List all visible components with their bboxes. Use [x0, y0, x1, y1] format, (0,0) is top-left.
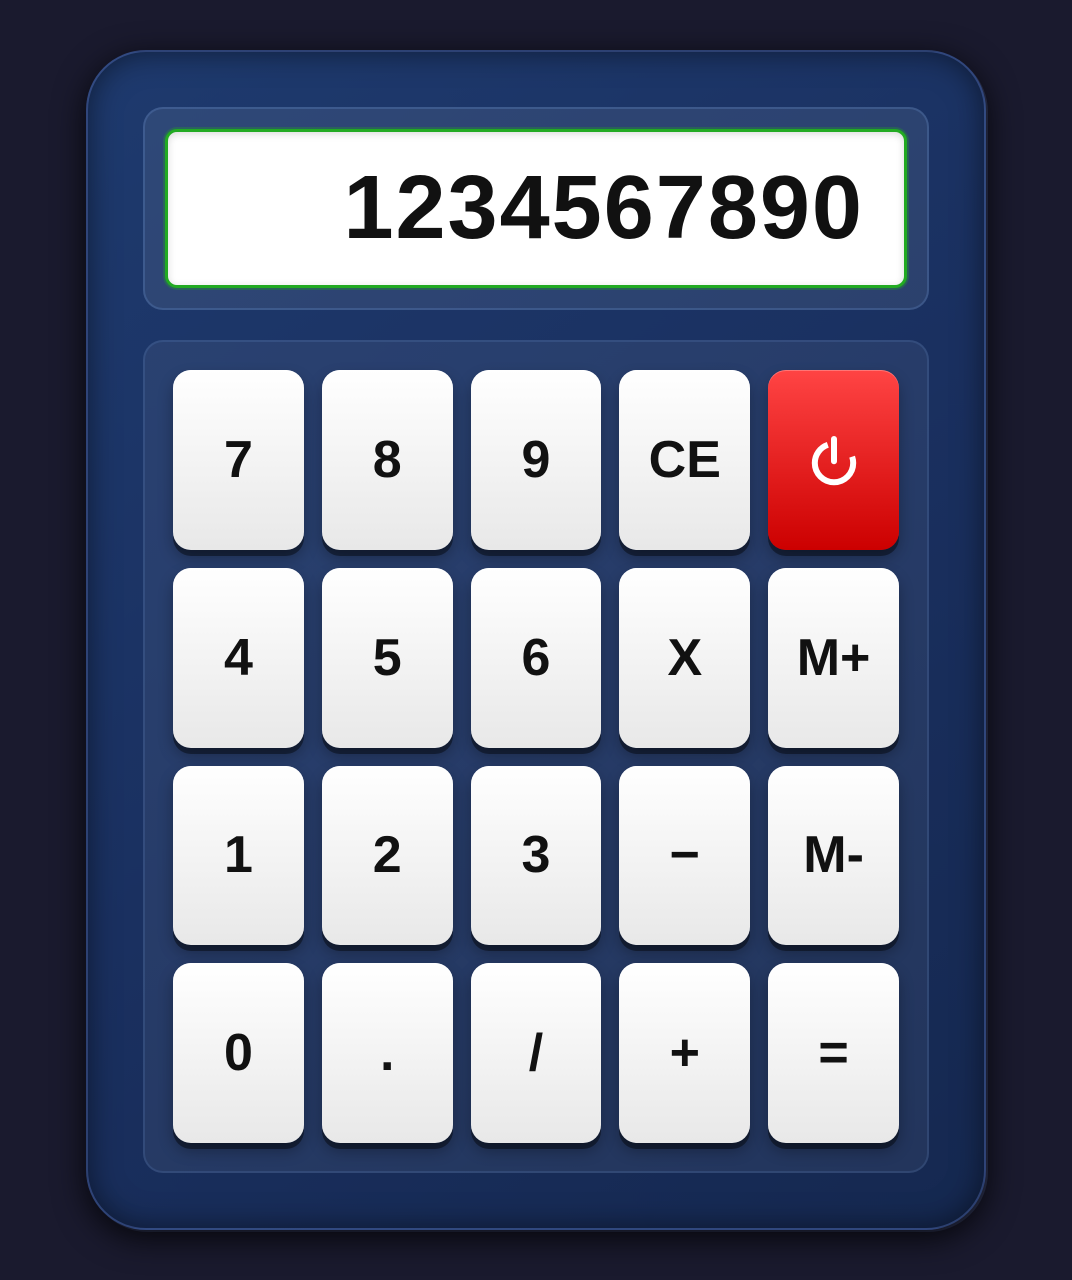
key-6[interactable]: 6 — [471, 568, 602, 748]
display-screen: 1234567890 — [165, 129, 907, 288]
key-multiply[interactable]: X — [619, 568, 750, 748]
key-row-2: 123−M- — [173, 766, 899, 946]
key-1[interactable]: 1 — [173, 766, 304, 946]
key-3[interactable]: 3 — [471, 766, 602, 946]
key-row-1: 456XM+ — [173, 568, 899, 748]
key-dot[interactable]: . — [322, 963, 453, 1143]
key-row-3: 0./+= — [173, 963, 899, 1143]
key-minus[interactable]: − — [619, 766, 750, 946]
key-row-0: 789CE — [173, 370, 899, 550]
key-2[interactable]: 2 — [322, 766, 453, 946]
key-equals[interactable]: = — [768, 963, 899, 1143]
key-power[interactable] — [768, 370, 899, 550]
key-0[interactable]: 0 — [173, 963, 304, 1143]
key-7[interactable]: 7 — [173, 370, 304, 550]
key-mplus[interactable]: M+ — [768, 568, 899, 748]
keypad: 789CE 456XM+123−M-0./+= — [143, 340, 929, 1173]
key-divide[interactable]: / — [471, 963, 602, 1143]
key-ce[interactable]: CE — [619, 370, 750, 550]
calculator: 1234567890 789CE 456XM+123−M-0./+= — [86, 50, 986, 1230]
key-plus[interactable]: + — [619, 963, 750, 1143]
display-container: 1234567890 — [143, 107, 929, 310]
key-9[interactable]: 9 — [471, 370, 602, 550]
key-mminus[interactable]: M- — [768, 766, 899, 946]
key-8[interactable]: 8 — [322, 370, 453, 550]
power-icon — [804, 430, 864, 490]
key-5[interactable]: 5 — [322, 568, 453, 748]
key-4[interactable]: 4 — [173, 568, 304, 748]
